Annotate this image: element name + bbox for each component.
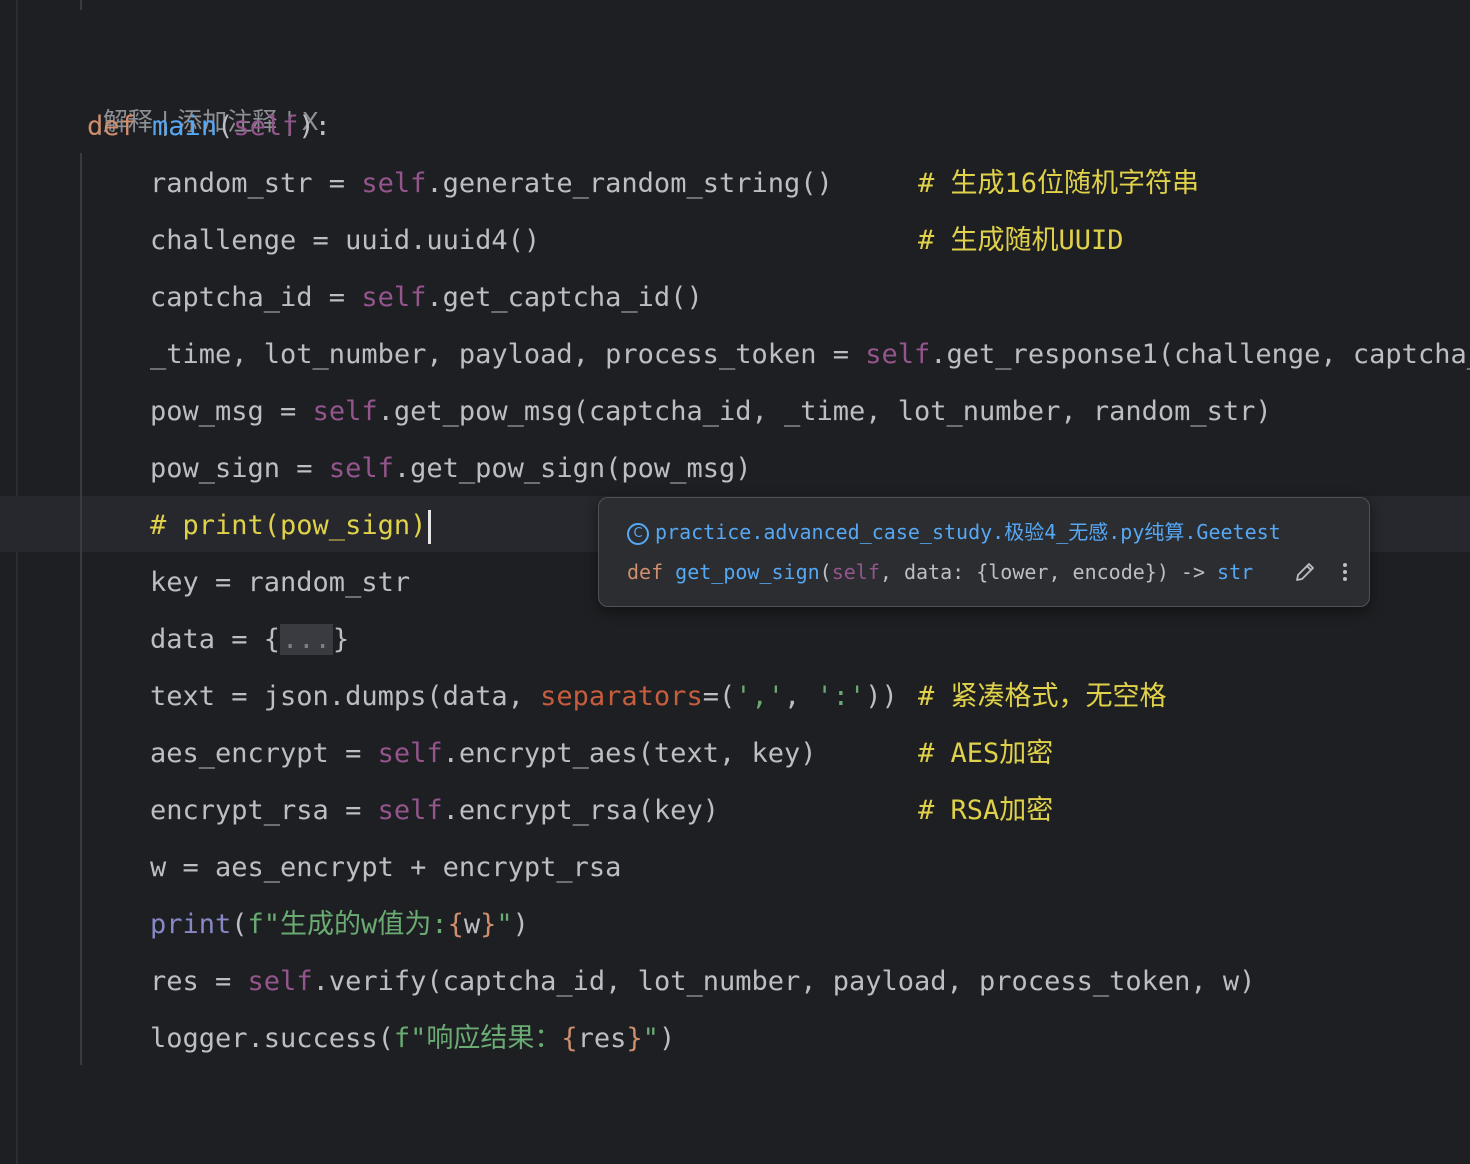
code-line-8[interactable]: key = random_str [150, 563, 410, 603]
code-text: .encrypt_rsa(key) [442, 795, 719, 826]
code-text: .encrypt_aes(text, key) [442, 738, 817, 769]
code-text: random_str = [150, 168, 362, 199]
code-text: w [463, 909, 481, 940]
fstring-literal: f"生成的w值为: [247, 909, 448, 940]
comment-12: # RSA加密 [918, 795, 1054, 826]
code-line-14[interactable]: print(f"生成的w值为:{w}") [150, 905, 529, 945]
code-text: .get_pow_msg(captcha_id, _time, lot_numb… [377, 396, 1272, 427]
indent-guide-top [80, 0, 82, 10]
code-line-5[interactable]: pow_msg = self.get_pow_msg(captcha_id, _… [150, 392, 1272, 432]
code-line-13[interactable]: w = aes_encrypt + encrypt_rsa [150, 848, 621, 888]
popup-signature: def get_pow_sign(self, data: {lower, enc… [627, 560, 1253, 584]
code-text: key = random_str [150, 567, 411, 598]
code-line-1[interactable]: random_str = self.generate_random_string… [150, 164, 833, 204]
builtin-print: print [150, 909, 232, 940]
code-text: captcha_id = [150, 282, 362, 313]
comment-11: # AES加密 [918, 738, 1054, 769]
commented-code: # print(pow_sign) [150, 510, 427, 541]
code-text: ) [658, 1023, 676, 1054]
code-line-10[interactable]: text = json.dumps(data, separators=(',',… [150, 677, 898, 717]
fstring-brace: { [447, 909, 464, 940]
code-text: .verify(captcha_id, lot_number, payload,… [312, 966, 1256, 997]
comment-1: # 生成16位随机字符串 [918, 168, 1200, 199]
string-literal: ',' [735, 681, 784, 712]
self-ref: self [377, 738, 443, 769]
code-text: _time, lot_number, payload, process_toke… [150, 339, 866, 370]
keyword-def: def [87, 111, 136, 142]
code-text: .generate_random_string() [426, 168, 833, 199]
fstring-brace: } [480, 909, 497, 940]
code-line-15[interactable]: res = self.verify(captcha_id, lot_number… [150, 962, 1255, 1002]
quick-documentation-popup[interactable]: Cpractice.advanced_case_study.极验4_无感.py纯… [598, 497, 1370, 607]
code-text: text = json.dumps(data, [150, 681, 541, 712]
self-ref: self [247, 966, 313, 997]
indent-guide [80, 153, 82, 1065]
code-text: .get_pow_sign(pow_msg) [393, 453, 752, 484]
self-ref: self [361, 282, 427, 313]
sig-text: , data: {lower, encode}) -> [879, 560, 1218, 584]
code-text: data = { [150, 624, 281, 655]
code-text: res = [150, 966, 248, 997]
code-line-4[interactable]: _time, lot_number, payload, process_toke… [150, 335, 1470, 375]
editor-gutter-border [16, 0, 18, 1164]
code-text: .get_response1(challenge, captcha_id) [930, 339, 1470, 370]
text-caret [428, 509, 432, 544]
code-line-9[interactable]: data = {...} [150, 620, 349, 660]
pencil-icon[interactable] [1293, 560, 1317, 584]
code-line-11[interactable]: aes_encrypt = self.encrypt_aes(text, key… [150, 734, 816, 774]
code-line-3[interactable]: captcha_id = self.get_captcha_id() [150, 278, 703, 318]
param-self: self [233, 111, 299, 142]
inlay-hint-actions: 解释 | 添加注释 | X [87, 62, 319, 136]
comment-2: # 生成随机UUID [918, 225, 1124, 256]
self-ref: self [865, 339, 931, 370]
fstring-literal: f"响应结果： [393, 1023, 562, 1054]
code-line-def[interactable]: def main(self): [87, 107, 331, 147]
code-line-7[interactable]: # print(pow_sign) [150, 506, 432, 546]
more-vertical-icon[interactable] [1335, 560, 1355, 584]
code-text: ( [231, 909, 248, 940]
code-line-2[interactable]: challenge = uuid.uuid4() [150, 221, 540, 261]
code-text: encrypt_rsa = [150, 795, 378, 826]
comment-10: # 紧凑格式，无空格 [918, 681, 1167, 712]
fstring-literal: " [642, 1023, 659, 1054]
code-text: pow_msg = [150, 396, 313, 427]
code-text: res [577, 1023, 627, 1054]
code-text: .get_captcha_id() [426, 282, 703, 313]
sig-return-type: str [1217, 560, 1254, 584]
code-text: logger.success( [150, 1023, 394, 1054]
sig-text: ( [819, 560, 832, 584]
keyword-argument: separators [540, 681, 703, 712]
string-literal: ':' [816, 681, 866, 712]
code-line-6[interactable]: pow_sign = self.get_pow_sign(pow_msg) [150, 449, 751, 489]
class-icon: C [627, 522, 649, 545]
fstring-brace: { [561, 1023, 578, 1054]
code-text: ) [512, 909, 529, 940]
code-text: } [332, 624, 350, 655]
class-path-text: practice.advanced_case_study.极验4_无感.py纯算… [655, 520, 1281, 544]
fstring-literal: " [496, 909, 513, 940]
code-text: aes_encrypt = [150, 738, 378, 769]
code-text: w = aes_encrypt + encrypt_rsa [150, 852, 622, 883]
code-text: )) [865, 681, 898, 712]
popup-class-path[interactable]: Cpractice.advanced_case_study.极验4_无感.py纯… [627, 516, 1281, 545]
code-text: pow_sign = [150, 453, 329, 484]
sig-self: self [831, 560, 880, 584]
code-line-12[interactable]: encrypt_rsa = self.encrypt_rsa(key) [150, 791, 719, 831]
function-name: main [152, 111, 218, 142]
self-ref: self [328, 453, 394, 484]
sig-keyword: def [627, 560, 676, 584]
sig-function-name: get_pow_sign [675, 560, 820, 584]
folded-region[interactable]: ... [280, 624, 333, 655]
fstring-brace: } [626, 1023, 643, 1054]
code-text: =( [702, 681, 736, 712]
self-ref: self [377, 795, 443, 826]
code-text: challenge = uuid.uuid4() [150, 225, 541, 256]
code-text: , [784, 681, 817, 712]
self-ref: self [361, 168, 427, 199]
self-ref: self [312, 396, 378, 427]
code-line-16[interactable]: logger.success(f"响应结果：{res}") [150, 1019, 675, 1059]
